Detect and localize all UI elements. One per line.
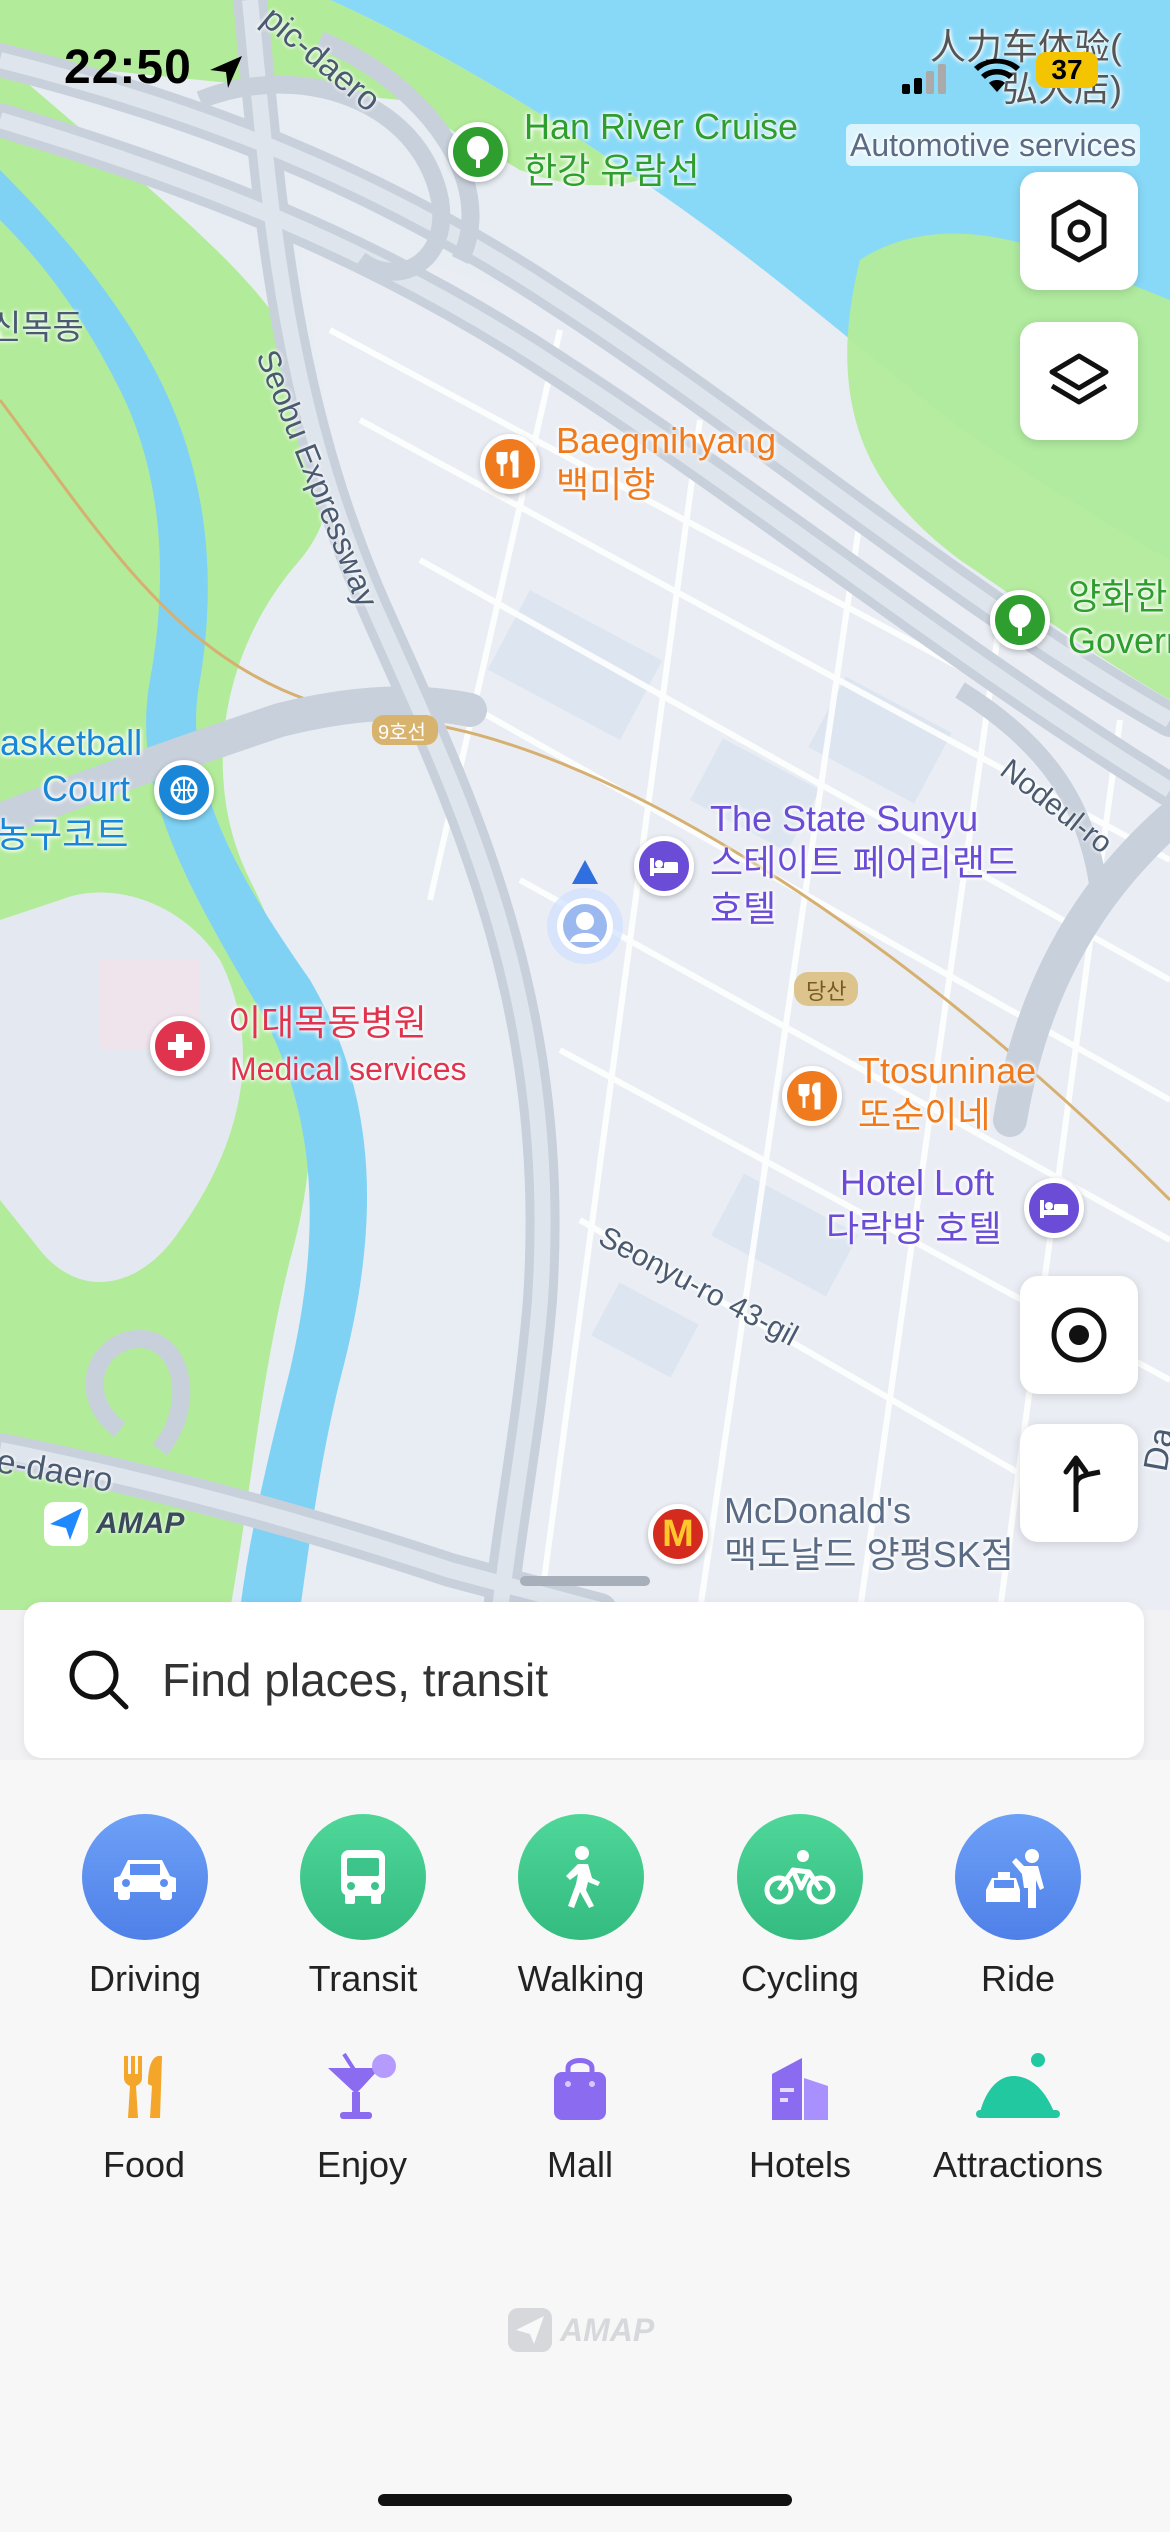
- category-attractions-button[interactable]: Attractions: [908, 2032, 1128, 2186]
- home-indicator[interactable]: [378, 2494, 792, 2506]
- map-view[interactable]: Seobu Expressway Nodeul-ro Seonyu-ro 43-…: [0, 0, 1170, 1610]
- category-hotels-label: Hotels: [748, 2144, 852, 2185]
- settings-button[interactable]: [1020, 172, 1138, 290]
- mode-driving-button[interactable]: Driving: [45, 1814, 245, 2000]
- hospital-cross-icon: [150, 1016, 210, 1076]
- category-attractions-label: Attractions: [932, 2144, 1104, 2185]
- mountain-icon: [908, 2032, 1128, 2122]
- restaurant-icon: [782, 1066, 842, 1126]
- layers-button[interactable]: [1020, 322, 1138, 440]
- bus-icon: [300, 1814, 426, 1940]
- route-arrow-icon: [1063, 1455, 1101, 1512]
- poi-baegmihyang-sub: 백미향: [556, 464, 656, 505]
- poi-hotel-loft-sub: 다락방 호텔: [826, 1208, 1002, 1249]
- poi-hospital-sub: Medical services: [230, 1051, 467, 1087]
- poi-mcdonalds-name: McDonald's: [724, 1490, 911, 1531]
- bike-icon: [737, 1814, 863, 1940]
- poi-state-sunyu-sub2: 호텔: [710, 888, 777, 929]
- mode-walking-label: Walking: [517, 1958, 645, 1999]
- current-location-marker[interactable]: [540, 858, 630, 968]
- amap-map-logo: AMAP: [44, 1502, 184, 1546]
- battery-indicator: 37: [1036, 52, 1098, 88]
- location-arrow-icon: [547, 860, 623, 964]
- poi-ttosuninae-sub: 또순이네: [858, 1094, 991, 1135]
- subway-label-dangsan: 당산: [806, 979, 847, 1004]
- poi-baegmihyang-name: Baegmihyang: [556, 420, 777, 461]
- poi-mcdonalds-sub: 맥도날드 양평SK점: [724, 1534, 1014, 1575]
- mode-transit-button[interactable]: Transit: [263, 1814, 463, 2000]
- category-enjoy-label: Enjoy: [316, 2144, 408, 2185]
- wifi-icon: [974, 58, 1020, 92]
- walk-icon: [518, 1814, 644, 1940]
- category-mall-button[interactable]: Mall: [470, 2032, 690, 2186]
- poi-mcdonalds[interactable]: M: [648, 1504, 708, 1564]
- category-food-button[interactable]: Food: [34, 2032, 254, 2186]
- poi-basketball-court[interactable]: [154, 760, 214, 820]
- amap-logo-icon: [44, 1502, 88, 1546]
- hotel-bed-icon: [634, 836, 694, 896]
- bottom-panel: Driving Transit Walking Cycling Ride Foo…: [0, 1760, 1170, 2532]
- poi-basketball-name: asketball: [0, 722, 143, 763]
- area-label-mokdong: 신목동: [0, 309, 84, 347]
- tree-icon: [990, 590, 1050, 650]
- poi-government-sub: Goverr: [1068, 620, 1170, 661]
- poi-ttosuninae[interactable]: [782, 1066, 842, 1126]
- poi-government-name: 양화한: [1068, 576, 1168, 617]
- mode-cycling-label: Cycling: [740, 1958, 860, 1999]
- poi-state-sunyu-sub: 스테이트 페어리랜드: [710, 842, 1019, 883]
- fork-icon: [34, 2032, 254, 2122]
- poi-state-sunyu-name: The State Sunyu: [710, 798, 979, 839]
- target-icon: [1051, 1307, 1107, 1363]
- poi-baegmihyang[interactable]: [480, 434, 540, 494]
- bag-icon: [470, 2032, 690, 2122]
- footer-amap-logo: AMAP: [508, 2308, 654, 2352]
- subway-label-line9: 9호선: [378, 722, 426, 744]
- poi-ttosuninae-name: Ttosuninae: [858, 1050, 1037, 1091]
- mode-ride-button[interactable]: Ride: [918, 1814, 1118, 2000]
- route-button[interactable]: [1020, 1424, 1138, 1542]
- search-icon: [69, 1650, 129, 1710]
- amap-logo-icon: [508, 2308, 552, 2352]
- status-bar: 22:50 37: [0, 0, 1170, 140]
- restaurant-icon: [480, 434, 540, 494]
- mode-transit-label: Transit: [308, 1958, 418, 1999]
- mode-cycling-button[interactable]: Cycling: [700, 1814, 900, 2000]
- mode-driving-label: Driving: [88, 1958, 202, 1999]
- poi-hotel-loft[interactable]: [1024, 1178, 1084, 1238]
- footer-amap-logo-text: AMAP: [560, 2311, 655, 2348]
- poi-han-river-cruise-sub: 한강 유람선: [524, 150, 700, 191]
- status-time: 22:50: [64, 41, 192, 94]
- mcdonalds-logo-icon: M: [648, 1504, 708, 1564]
- poi-basketball-sub: Court: [42, 768, 131, 809]
- mode-walking-button[interactable]: Walking: [481, 1814, 681, 2000]
- poi-hospital-name: 이대목동병원: [228, 1002, 427, 1043]
- location-services-icon: [210, 56, 242, 88]
- hotel-bed-icon: [1024, 1178, 1084, 1238]
- amap-map-logo-text: AMAP: [96, 1507, 185, 1540]
- signal-icon: [902, 64, 946, 94]
- poi-hotel-loft-name: Hotel Loft: [840, 1162, 995, 1203]
- poi-state-sunyu[interactable]: [634, 836, 694, 896]
- building-icon: [690, 2032, 910, 2122]
- category-enjoy-button[interactable]: Enjoy: [252, 2032, 472, 2186]
- mode-ride-label: Ride: [980, 1958, 1056, 1999]
- car-icon: [82, 1814, 208, 1940]
- locate-me-button[interactable]: [1020, 1276, 1138, 1394]
- hexagon-settings-icon: [1051, 199, 1107, 263]
- sheet-drag-handle[interactable]: [520, 1576, 650, 1586]
- basketball-icon: [154, 760, 214, 820]
- poi-basketball-sub2: 농구코트: [0, 814, 129, 855]
- poi-government[interactable]: [990, 590, 1050, 650]
- battery-level: 37: [1051, 54, 1083, 85]
- category-mall-label: Mall: [546, 2144, 613, 2185]
- search-placeholder: Find places, transit: [162, 1654, 549, 1706]
- taxi-icon: [955, 1814, 1081, 1940]
- layers-icon: [1049, 353, 1109, 405]
- search-bar[interactable]: Find places, transit: [24, 1602, 1144, 1758]
- poi-ewha-mokdong-hospital[interactable]: [150, 1016, 210, 1076]
- category-hotels-button[interactable]: Hotels: [690, 2032, 910, 2186]
- cocktail-icon: [252, 2032, 472, 2122]
- category-food-label: Food: [102, 2144, 186, 2185]
